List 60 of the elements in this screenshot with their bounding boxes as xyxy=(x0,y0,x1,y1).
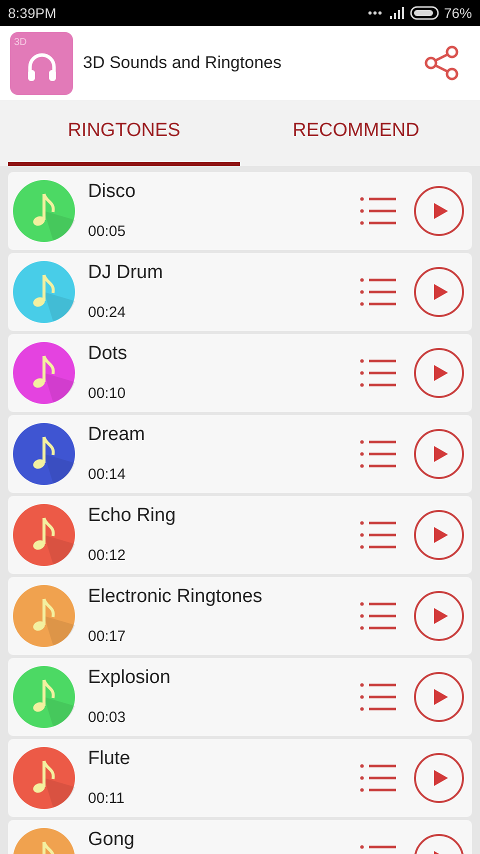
play-button[interactable] xyxy=(414,267,464,317)
ringtone-duration: 00:14 xyxy=(88,466,127,484)
ringtone-duration: 00:24 xyxy=(88,304,127,322)
play-button[interactable] xyxy=(414,753,464,803)
play-icon xyxy=(434,770,448,786)
play-icon xyxy=(434,365,448,381)
ringtone-duration: 00:17 xyxy=(88,628,127,646)
ringtone-name: Echo Ring xyxy=(88,505,177,527)
tab[interactable]: RECOMMEND xyxy=(240,100,472,166)
ringtone-name: Dream xyxy=(88,424,146,446)
more-dots-icon xyxy=(368,11,382,15)
list-icon xyxy=(360,438,396,470)
list-icon xyxy=(360,357,396,389)
ringtone-name: Gong xyxy=(88,829,136,851)
signal-icon xyxy=(390,7,406,19)
ringtone-card[interactable]: Explosion 00:03 xyxy=(8,658,472,736)
ringtone-card[interactable]: Gong xyxy=(8,820,472,854)
play-button[interactable] xyxy=(414,186,464,236)
share-icon xyxy=(423,44,461,82)
app-title: 3D Sounds and Ringtones xyxy=(83,52,282,74)
ringtone-duration: 00:10 xyxy=(88,385,127,403)
list-icon xyxy=(360,276,396,308)
play-button[interactable] xyxy=(414,429,464,479)
play-button[interactable] xyxy=(414,510,464,560)
play-icon xyxy=(434,446,448,462)
ringtone-card[interactable]: Dots 00:10 xyxy=(8,334,472,412)
play-button[interactable] xyxy=(414,672,464,722)
ringtone-card[interactable]: DJ Drum 00:24 xyxy=(8,253,472,331)
play-icon xyxy=(434,284,448,300)
list-icon xyxy=(360,762,396,794)
ringtone-duration: 00:12 xyxy=(88,547,127,565)
ringtone-name: Disco xyxy=(88,181,137,203)
play-icon xyxy=(434,608,448,624)
play-icon xyxy=(434,689,448,705)
battery-icon xyxy=(410,6,440,20)
logo-text: 3D xyxy=(14,36,27,50)
ringtone-duration: 00:05 xyxy=(88,223,127,241)
list-icon xyxy=(360,681,396,713)
battery-percent: 76% xyxy=(444,4,472,22)
ringtone-card[interactable]: Dream 00:14 xyxy=(8,415,472,493)
ringtone-duration: 00:03 xyxy=(88,709,127,727)
ringtone-name: DJ Drum xyxy=(88,262,164,284)
play-icon xyxy=(434,203,448,219)
ringtone-card[interactable]: Disco 00:05 xyxy=(8,172,472,250)
ringtone-name: Explosion xyxy=(88,667,172,689)
ringtone-name: Flute xyxy=(88,748,132,770)
ringtone-card[interactable]: Electronic Ringtones 00:17 xyxy=(8,577,472,655)
play-icon xyxy=(434,527,448,543)
play-button[interactable] xyxy=(414,591,464,641)
list-icon xyxy=(360,600,396,632)
list-icon xyxy=(360,519,396,551)
ringtone-card[interactable]: Echo Ring 00:12 xyxy=(8,496,472,574)
play-button[interactable] xyxy=(414,348,464,398)
ringtone-card[interactable]: Flute 00:11 xyxy=(8,739,472,817)
tab[interactable]: RINGTONES xyxy=(8,100,240,166)
status-time: 8:39PM xyxy=(8,4,56,22)
ringtone-duration: 00:11 xyxy=(88,790,126,808)
ringtone-name: Dots xyxy=(88,343,128,365)
ringtone-name: Electronic Ringtones xyxy=(88,586,264,608)
list-icon xyxy=(360,195,396,227)
